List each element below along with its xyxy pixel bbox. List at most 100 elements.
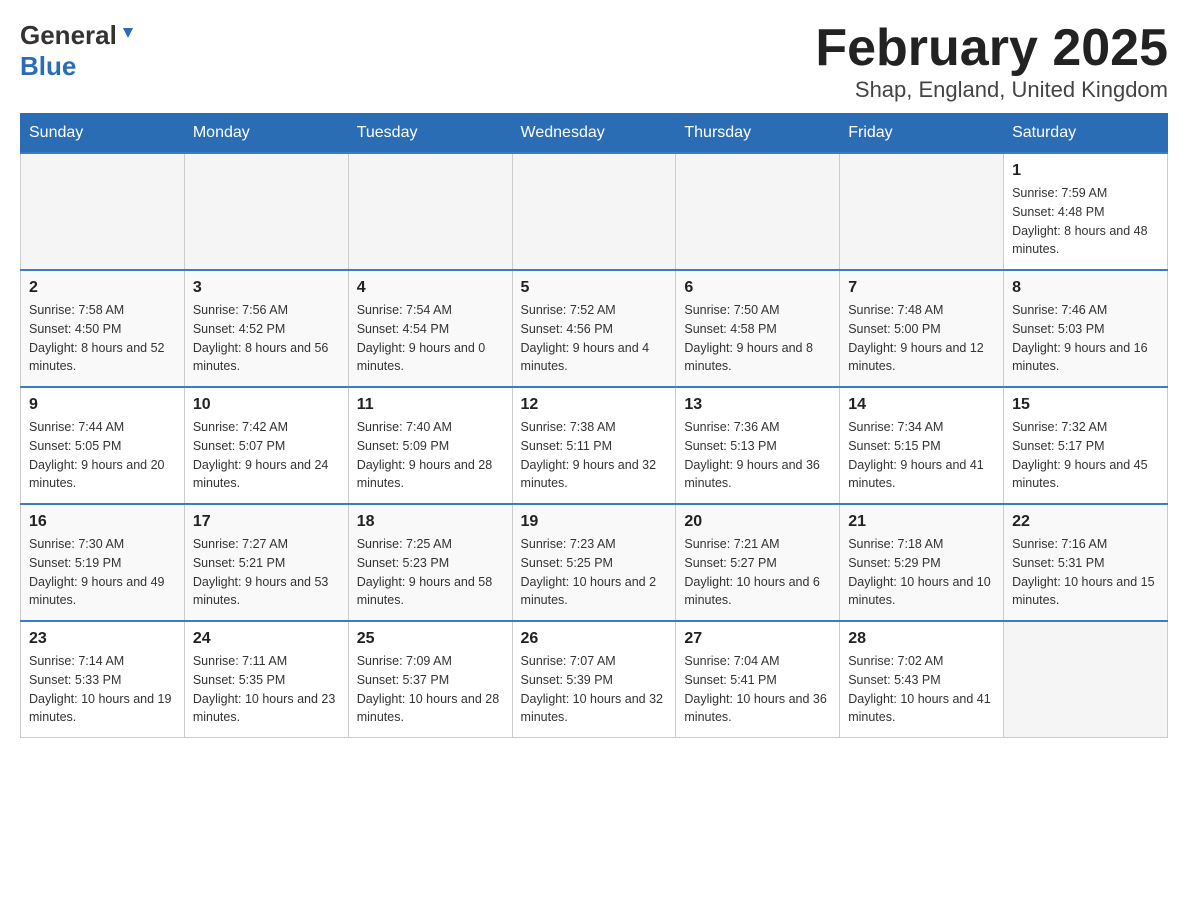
- day-info: Sunrise: 7:59 AMSunset: 4:48 PMDaylight:…: [1012, 184, 1159, 259]
- day-number: 14: [848, 396, 995, 414]
- calendar-cell-week4-day3: 19 Sunrise: 7:23 AMSunset: 5:25 PMDayligh…: [512, 504, 676, 621]
- day-info: Sunrise: 7:11 AMSunset: 5:35 PMDaylight:…: [193, 652, 340, 727]
- header-tuesday: Tuesday: [348, 114, 512, 154]
- calendar-cell-week2-day4: 6 Sunrise: 7:50 AMSunset: 4:58 PMDaylight…: [676, 270, 840, 387]
- day-number: 27: [684, 630, 831, 648]
- calendar-cell-week3-day0: 9 Sunrise: 7:44 AMSunset: 5:05 PMDaylight…: [21, 387, 185, 504]
- calendar-cell-week3-day5: 14 Sunrise: 7:34 AMSunset: 5:15 PMDayligh…: [840, 387, 1004, 504]
- calendar-cell-week4-day6: 22 Sunrise: 7:16 AMSunset: 5:31 PMDayligh…: [1004, 504, 1168, 621]
- header-sunday: Sunday: [21, 114, 185, 154]
- day-number: 2: [29, 279, 176, 297]
- calendar-cell-week3-day3: 12 Sunrise: 7:38 AMSunset: 5:11 PMDayligh…: [512, 387, 676, 504]
- day-number: 6: [684, 279, 831, 297]
- logo-arrow-icon: [119, 24, 137, 47]
- calendar-cell-week3-day4: 13 Sunrise: 7:36 AMSunset: 5:13 PMDayligh…: [676, 387, 840, 504]
- calendar-cell-week5-day1: 24 Sunrise: 7:11 AMSunset: 5:35 PMDayligh…: [184, 621, 348, 738]
- calendar-cell-week4-day1: 17Sunrise: 7:27 AMSunset: 5:21 PMDayligh…: [184, 504, 348, 621]
- day-info: Sunrise: 7:36 AMSunset: 5:13 PMDaylight:…: [684, 418, 831, 493]
- day-number: 23: [29, 630, 176, 648]
- day-info: Sunrise: 7:54 AMSunset: 4:54 PMDaylight:…: [357, 301, 504, 376]
- day-info: Sunrise: 7:56 AMSunset: 4:52 PMDaylight:…: [193, 301, 340, 376]
- calendar-cell-week5-day5: 28 Sunrise: 7:02 AMSunset: 5:43 PMDayligh…: [840, 621, 1004, 738]
- day-info: Sunrise: 7:58 AMSunset: 4:50 PMDaylight:…: [29, 301, 176, 376]
- day-info: Sunrise: 7:09 AMSunset: 5:37 PMDaylight:…: [357, 652, 504, 727]
- header-friday: Friday: [840, 114, 1004, 154]
- day-number: 5: [521, 279, 668, 297]
- day-number: 8: [1012, 279, 1159, 297]
- day-info: Sunrise: 7:25 AMSunset: 5:23 PMDaylight:…: [357, 535, 504, 610]
- calendar-table: Sunday Monday Tuesday Wednesday Thursday…: [20, 113, 1168, 738]
- logo-general-text: General: [20, 20, 117, 51]
- day-info: Sunrise: 7:04 AMSunset: 5:41 PMDaylight:…: [684, 652, 831, 727]
- day-info: Sunrise: 7:02 AMSunset: 5:43 PMDaylight:…: [848, 652, 995, 727]
- day-info: Sunrise: 7:40 AMSunset: 5:09 PMDaylight:…: [357, 418, 504, 493]
- day-info: Sunrise: 7:50 AMSunset: 4:58 PMDaylight:…: [684, 301, 831, 376]
- day-number: 18: [357, 513, 504, 531]
- day-number: 13: [684, 396, 831, 414]
- header-saturday: Saturday: [1004, 114, 1168, 154]
- day-info: Sunrise: 7:48 AMSunset: 5:00 PMDaylight:…: [848, 301, 995, 376]
- day-number: 11: [357, 396, 504, 414]
- calendar-cell-week2-day3: 5 Sunrise: 7:52 AMSunset: 4:56 PMDaylight…: [512, 270, 676, 387]
- page-header: General Blue February 2025 Shap, England…: [20, 20, 1168, 103]
- day-number: 19: [521, 513, 668, 531]
- logo: General Blue: [20, 20, 137, 82]
- day-info: Sunrise: 7:38 AMSunset: 5:11 PMDaylight:…: [521, 418, 668, 493]
- header-wednesday: Wednesday: [512, 114, 676, 154]
- calendar-week-4: 16Sunrise: 7:30 AMSunset: 5:19 PMDayligh…: [21, 504, 1168, 621]
- day-number: 9: [29, 396, 176, 414]
- logo-blue-text: Blue: [20, 51, 76, 81]
- day-info: Sunrise: 7:52 AMSunset: 4:56 PMDaylight:…: [521, 301, 668, 376]
- title-section: February 2025 Shap, England, United King…: [815, 20, 1168, 103]
- day-info: Sunrise: 7:46 AMSunset: 5:03 PMDaylight:…: [1012, 301, 1159, 376]
- calendar-cell-week4-day2: 18 Sunrise: 7:25 AMSunset: 5:23 PMDayligh…: [348, 504, 512, 621]
- day-number: 12: [521, 396, 668, 414]
- day-info: Sunrise: 7:42 AMSunset: 5:07 PMDaylight:…: [193, 418, 340, 493]
- day-number: 15: [1012, 396, 1159, 414]
- day-number: 25: [357, 630, 504, 648]
- day-info: Sunrise: 7:23 AMSunset: 5:25 PMDaylight:…: [521, 535, 668, 610]
- calendar-cell-week2-day0: 2 Sunrise: 7:58 AMSunset: 4:50 PMDaylight…: [21, 270, 185, 387]
- calendar-cell-week2-day5: 7 Sunrise: 7:48 AMSunset: 5:00 PMDaylight…: [840, 270, 1004, 387]
- day-info: Sunrise: 7:34 AMSunset: 5:15 PMDaylight:…: [848, 418, 995, 493]
- calendar-week-2: 2 Sunrise: 7:58 AMSunset: 4:50 PMDaylight…: [21, 270, 1168, 387]
- day-info: Sunrise: 7:14 AMSunset: 5:33 PMDaylight:…: [29, 652, 176, 727]
- day-number: 24: [193, 630, 340, 648]
- day-number: 21: [848, 513, 995, 531]
- day-info: Sunrise: 7:07 AMSunset: 5:39 PMDaylight:…: [521, 652, 668, 727]
- calendar-cell-week2-day6: 8 Sunrise: 7:46 AMSunset: 5:03 PMDaylight…: [1004, 270, 1168, 387]
- day-info: Sunrise: 7:18 AMSunset: 5:29 PMDaylight:…: [848, 535, 995, 610]
- day-number: 1: [1012, 162, 1159, 180]
- calendar-cell-week2-day1: 3 Sunrise: 7:56 AMSunset: 4:52 PMDaylight…: [184, 270, 348, 387]
- day-number: 4: [357, 279, 504, 297]
- calendar-cell-week1-day6: 1 Sunrise: 7:59 AMSunset: 4:48 PMDaylight…: [1004, 153, 1168, 270]
- day-number: 7: [848, 279, 995, 297]
- day-number: 20: [684, 513, 831, 531]
- calendar-cell-week4-day0: 16Sunrise: 7:30 AMSunset: 5:19 PMDayligh…: [21, 504, 185, 621]
- location-text: Shap, England, United Kingdom: [815, 77, 1168, 103]
- calendar-cell-week2-day2: 4 Sunrise: 7:54 AMSunset: 4:54 PMDaylight…: [348, 270, 512, 387]
- calendar-cell-week3-day1: 10Sunrise: 7:42 AMSunset: 5:07 PMDayligh…: [184, 387, 348, 504]
- day-number: 28: [848, 630, 995, 648]
- calendar-cell-week1-day5: [840, 153, 1004, 270]
- calendar-cell-week5-day3: 26Sunrise: 7:07 AMSunset: 5:39 PMDayligh…: [512, 621, 676, 738]
- calendar-cell-week5-day2: 25 Sunrise: 7:09 AMSunset: 5:37 PMDayligh…: [348, 621, 512, 738]
- day-number: 3: [193, 279, 340, 297]
- month-title: February 2025: [815, 20, 1168, 77]
- day-info: Sunrise: 7:32 AMSunset: 5:17 PMDaylight:…: [1012, 418, 1159, 493]
- weekday-header-row: Sunday Monday Tuesday Wednesday Thursday…: [21, 114, 1168, 154]
- day-info: Sunrise: 7:44 AMSunset: 5:05 PMDaylight:…: [29, 418, 176, 493]
- day-info: Sunrise: 7:16 AMSunset: 5:31 PMDaylight:…: [1012, 535, 1159, 610]
- day-info: Sunrise: 7:21 AMSunset: 5:27 PMDaylight:…: [684, 535, 831, 610]
- header-monday: Monday: [184, 114, 348, 154]
- day-number: 22: [1012, 513, 1159, 531]
- calendar-cell-week4-day4: 20 Sunrise: 7:21 AMSunset: 5:27 PMDayligh…: [676, 504, 840, 621]
- day-info: Sunrise: 7:30 AMSunset: 5:19 PMDaylight:…: [29, 535, 176, 610]
- calendar-cell-week1-day2: [348, 153, 512, 270]
- header-thursday: Thursday: [676, 114, 840, 154]
- calendar-cell-week3-day6: 15 Sunrise: 7:32 AMSunset: 5:17 PMDayligh…: [1004, 387, 1168, 504]
- day-number: 17: [193, 513, 340, 531]
- calendar-cell-week3-day2: 11 Sunrise: 7:40 AMSunset: 5:09 PMDayligh…: [348, 387, 512, 504]
- calendar-week-1: 1 Sunrise: 7:59 AMSunset: 4:48 PMDaylight…: [21, 153, 1168, 270]
- calendar-cell-week1-day3: [512, 153, 676, 270]
